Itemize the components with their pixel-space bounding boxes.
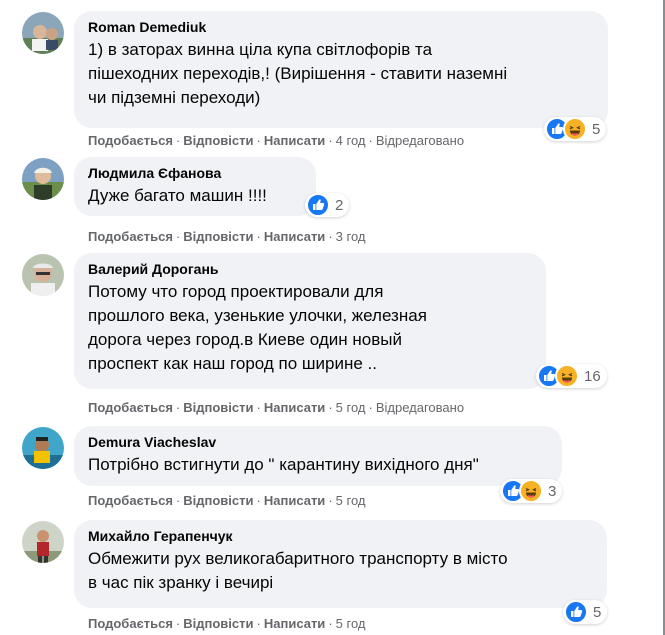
comment-bubble: Михайло Герапенчук Обмежити рух великога… xyxy=(74,520,607,608)
avatar-photo-icon xyxy=(22,158,64,200)
reaction-summary[interactable]: 5 xyxy=(563,600,608,624)
comment-time[interactable]: 5 год xyxy=(336,616,366,631)
avatar[interactable] xyxy=(22,427,64,469)
reaction-summary[interactable]: 5 xyxy=(544,117,607,141)
comment-author[interactable]: Валерий Дорогань xyxy=(88,261,532,278)
comment-bubble: Roman Demediuk 1) в заторах винна ціла к… xyxy=(74,11,608,128)
like-button[interactable]: Подобається xyxy=(88,133,173,148)
comment-time[interactable]: 3 год xyxy=(336,229,366,244)
like-button[interactable]: Подобається xyxy=(88,400,173,415)
comment-bubble: Валерий Дорогань Потому что город проект… xyxy=(74,253,546,389)
comment-bubble: Людмила Єфанова Дуже багато машин !!!! xyxy=(74,157,316,216)
comment-actions: Подобається · Відповісти · Написати · 4 год · Ві… xyxy=(88,133,465,148)
like-button[interactable]: Подобається xyxy=(88,229,173,244)
comment-actions: Подобається · Відповісти · Написати · 5 год xyxy=(88,493,366,508)
like-icon xyxy=(306,193,330,217)
write-button[interactable]: Написати xyxy=(264,616,325,631)
haha-icon xyxy=(555,364,579,388)
reaction-count: 16 xyxy=(584,367,601,385)
comment-text: 1) в заторах винна ціла купа світлофорів… xyxy=(88,40,508,107)
avatar-photo-icon xyxy=(22,254,64,296)
avatar-photo-icon xyxy=(22,12,64,54)
avatar[interactable] xyxy=(22,158,64,200)
comment-actions: Подобається · Відповісти · Написати · 5 год · Ві… xyxy=(88,400,465,415)
comment-author[interactable]: Людмила Єфанова xyxy=(88,165,302,182)
comment-time[interactable]: 5 год xyxy=(336,400,366,415)
comment-author[interactable]: Михайло Герапенчук xyxy=(88,528,593,545)
reply-button[interactable]: Відповісти xyxy=(183,400,253,415)
avatar[interactable] xyxy=(22,12,64,54)
like-icon xyxy=(564,600,588,624)
write-button[interactable]: Написати xyxy=(264,133,325,148)
comment-author[interactable]: Demura Viacheslav xyxy=(88,434,548,451)
write-button[interactable]: Написати xyxy=(264,229,325,244)
comment-time[interactable]: 5 год xyxy=(336,493,366,508)
comment-text: Потрібно встигнути до " карантину вихідн… xyxy=(88,455,479,474)
reaction-count: 5 xyxy=(593,603,602,621)
comment-text: Потому что город проектировали для прошл… xyxy=(88,282,427,373)
haha-icon xyxy=(563,117,587,141)
comment-text: Обмежити рух великогабаритного транспорт… xyxy=(88,549,508,592)
like-button[interactable]: Подобається xyxy=(88,493,173,508)
write-button[interactable]: Написати xyxy=(264,493,325,508)
comment-actions: Подобається · Відповісти · Написати · 3 год xyxy=(88,229,366,244)
reaction-summary[interactable]: 16 xyxy=(536,364,607,388)
edited-label[interactable]: Відредаговано xyxy=(376,400,464,415)
reply-button[interactable]: Відповісти xyxy=(183,133,253,148)
reply-button[interactable]: Відповісти xyxy=(183,616,253,631)
comment-actions: Подобається · Відповісти · Написати · 5 год xyxy=(88,616,366,631)
avatar-photo-icon xyxy=(22,427,64,469)
avatar[interactable] xyxy=(22,521,64,563)
comment-text: Дуже багато машин !!!! xyxy=(88,186,267,205)
comment-bubble: Demura Viacheslav Потрібно встигнути до … xyxy=(74,426,562,486)
haha-icon xyxy=(519,479,543,503)
write-button[interactable]: Написати xyxy=(264,400,325,415)
reaction-count: 3 xyxy=(548,482,557,500)
comment-time[interactable]: 4 год xyxy=(336,133,366,148)
avatar-photo-icon xyxy=(22,521,64,563)
reaction-summary[interactable]: 2 xyxy=(305,193,350,217)
comment-author[interactable]: Roman Demediuk xyxy=(88,19,594,36)
reply-button[interactable]: Відповісти xyxy=(183,229,253,244)
avatar[interactable] xyxy=(22,254,64,296)
reply-button[interactable]: Відповісти xyxy=(183,493,253,508)
edited-label[interactable]: Відредаговано xyxy=(376,133,464,148)
reaction-summary[interactable]: 3 xyxy=(500,479,563,503)
reaction-count: 2 xyxy=(335,196,344,214)
reaction-count: 5 xyxy=(592,120,601,138)
like-button[interactable]: Подобається xyxy=(88,616,173,631)
